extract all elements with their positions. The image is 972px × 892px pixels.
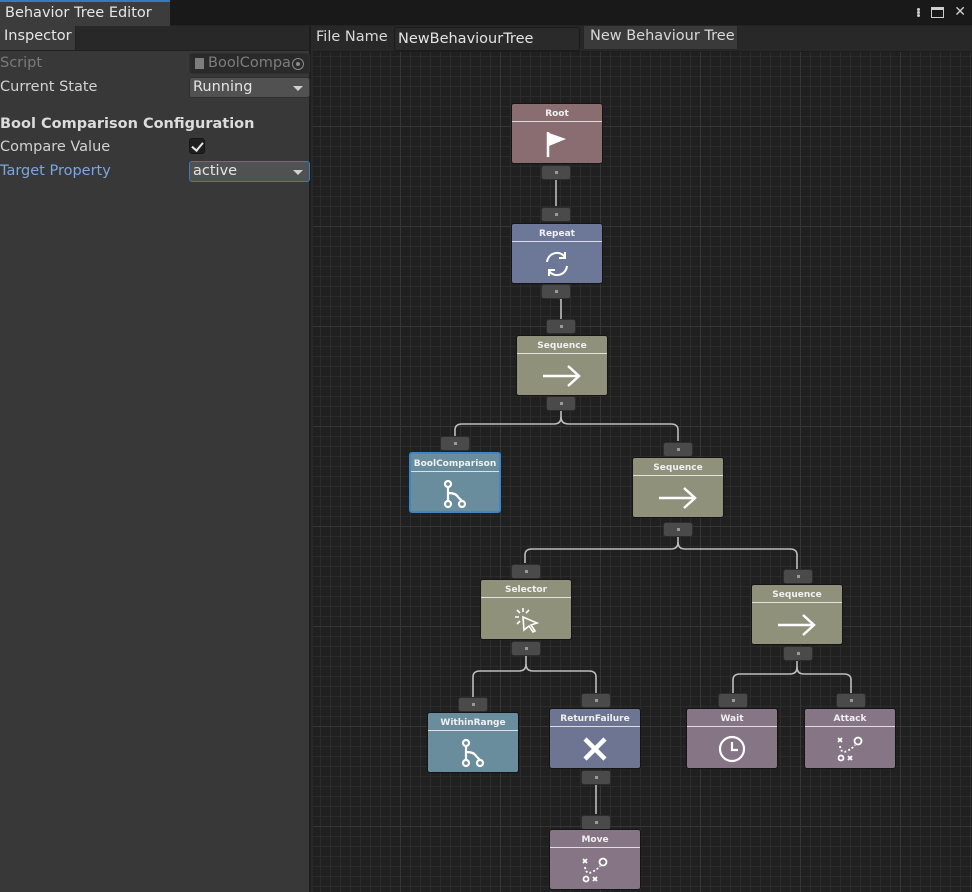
script-file-icon bbox=[195, 58, 204, 69]
current-state-value: Running bbox=[193, 79, 253, 95]
input-port[interactable] bbox=[546, 319, 576, 334]
input-port[interactable] bbox=[440, 436, 470, 451]
arrow-right-icon bbox=[633, 477, 723, 518]
edge-sequence-sequence2 bbox=[560, 416, 679, 441]
input-port[interactable] bbox=[836, 693, 866, 708]
node-title: Attack bbox=[805, 709, 895, 727]
output-port[interactable] bbox=[663, 522, 693, 537]
input-port[interactable] bbox=[541, 207, 571, 222]
input-port[interactable] bbox=[511, 564, 541, 579]
tab-inspector[interactable]: Inspector bbox=[0, 26, 76, 50]
script-value: BoolCompa bbox=[208, 55, 291, 71]
cursor-click-icon bbox=[481, 599, 571, 640]
clock-icon bbox=[687, 728, 777, 769]
input-port[interactable] bbox=[581, 693, 611, 708]
edge-sequence2-selector bbox=[524, 534, 679, 563]
node-repeat[interactable]: Repeat bbox=[511, 223, 603, 284]
node-title: Root bbox=[512, 104, 602, 122]
node-title: WithinRange bbox=[428, 713, 518, 731]
node-title: Move bbox=[550, 830, 640, 848]
node-title: Selector bbox=[481, 580, 571, 598]
compare-value-checkbox[interactable] bbox=[189, 138, 205, 154]
node-title: Sequence bbox=[752, 585, 842, 603]
node-title: ReturnFailure bbox=[550, 709, 640, 727]
target-property-value: active bbox=[193, 163, 238, 179]
target-property-label: Target Property bbox=[0, 163, 111, 179]
repeat-icon bbox=[512, 243, 602, 284]
output-port[interactable] bbox=[783, 646, 813, 661]
more-options-icon[interactable] bbox=[917, 7, 921, 17]
branch-icon bbox=[411, 473, 499, 514]
edge-sequence3-wait bbox=[732, 660, 798, 693]
graph-editor: File Name NewBehaviourTree New Behaviour… bbox=[313, 26, 972, 892]
file-name-input[interactable]: NewBehaviourTree bbox=[394, 27, 580, 51]
node-attack[interactable]: Attack bbox=[804, 708, 896, 769]
node-title: Repeat bbox=[512, 224, 602, 242]
edge-selector-withinrange bbox=[472, 655, 527, 697]
arrow-right-icon bbox=[517, 355, 607, 396]
node-sequence[interactable]: Sequence bbox=[751, 584, 843, 645]
x-icon bbox=[550, 728, 640, 769]
close-icon[interactable]: ✕ bbox=[954, 3, 966, 21]
window-tab-strip: Behavior Tree Editor ✕ bbox=[0, 0, 972, 26]
script-row: Script BoolCompa bbox=[0, 53, 311, 75]
file-name-label: File Name bbox=[316, 29, 388, 45]
output-port[interactable] bbox=[581, 770, 611, 785]
node-move[interactable]: Move bbox=[549, 829, 641, 890]
node-returnfailure[interactable]: ReturnFailure bbox=[549, 708, 641, 769]
node-sequence[interactable]: Sequence bbox=[516, 335, 608, 396]
inspector-panel: Inspector Script BoolCompa Current State… bbox=[0, 26, 311, 892]
compare-value-row: Compare Value bbox=[0, 137, 311, 159]
branch-icon bbox=[428, 732, 518, 773]
edge-sequence-boolcomparison bbox=[454, 408, 562, 436]
edge-selector-returnfailure bbox=[525, 663, 597, 693]
output-port[interactable] bbox=[546, 396, 576, 411]
tab-new-behaviour-tree[interactable]: New Behaviour Tree bbox=[583, 26, 738, 50]
output-port[interactable] bbox=[541, 165, 571, 180]
window-controls: ✕ bbox=[917, 3, 966, 21]
section-title: Bool Comparison Configuration bbox=[0, 116, 255, 132]
script-label: Script bbox=[0, 55, 43, 71]
current-state-row: Current State Running bbox=[0, 77, 311, 99]
editor-toolbar: File Name NewBehaviourTree New Behaviour… bbox=[313, 26, 972, 52]
node-wait[interactable]: Wait bbox=[686, 708, 778, 769]
input-port[interactable] bbox=[581, 815, 611, 830]
input-port[interactable] bbox=[718, 693, 748, 708]
node-sequence[interactable]: Sequence bbox=[632, 457, 724, 518]
input-port[interactable] bbox=[663, 442, 693, 457]
node-title: Wait bbox=[687, 709, 777, 727]
output-port[interactable] bbox=[541, 284, 571, 299]
path-icon bbox=[805, 728, 895, 769]
script-field[interactable]: BoolCompa bbox=[189, 53, 310, 74]
node-boolcomparison[interactable]: BoolComparison bbox=[409, 452, 501, 513]
chevron-down-icon bbox=[293, 170, 303, 175]
section-header: Bool Comparison Configuration bbox=[0, 114, 311, 136]
path-icon bbox=[550, 849, 640, 890]
input-port[interactable] bbox=[458, 697, 488, 712]
node-root[interactable]: Root bbox=[511, 103, 603, 164]
compare-value-label: Compare Value bbox=[0, 139, 111, 155]
edge-sequence2-sequence3 bbox=[677, 541, 798, 569]
window-tab-behavior-tree-editor[interactable]: Behavior Tree Editor bbox=[0, 0, 170, 26]
node-withinrange[interactable]: WithinRange bbox=[427, 712, 519, 773]
edge-sequence3-attack bbox=[796, 666, 852, 693]
maximize-icon[interactable] bbox=[931, 6, 945, 18]
target-property-row: Target Property active bbox=[0, 161, 311, 183]
chevron-down-icon bbox=[293, 86, 303, 91]
node-title: Sequence bbox=[633, 458, 723, 476]
arrow-right-icon bbox=[752, 604, 842, 645]
target-property-dropdown[interactable]: active bbox=[189, 161, 310, 182]
node-title: BoolComparison bbox=[411, 454, 499, 472]
object-picker-icon[interactable] bbox=[292, 58, 304, 70]
node-title: Sequence bbox=[517, 336, 607, 354]
graph-canvas[interactable]: Root Repeat Sequence BoolComparison Sequ… bbox=[313, 52, 972, 892]
input-port[interactable] bbox=[783, 569, 813, 584]
current-state-label: Current State bbox=[0, 79, 98, 95]
output-port[interactable] bbox=[511, 641, 541, 656]
current-state-dropdown[interactable]: Running bbox=[189, 77, 310, 98]
flag-icon bbox=[512, 123, 602, 164]
node-selector[interactable]: Selector bbox=[480, 579, 572, 640]
